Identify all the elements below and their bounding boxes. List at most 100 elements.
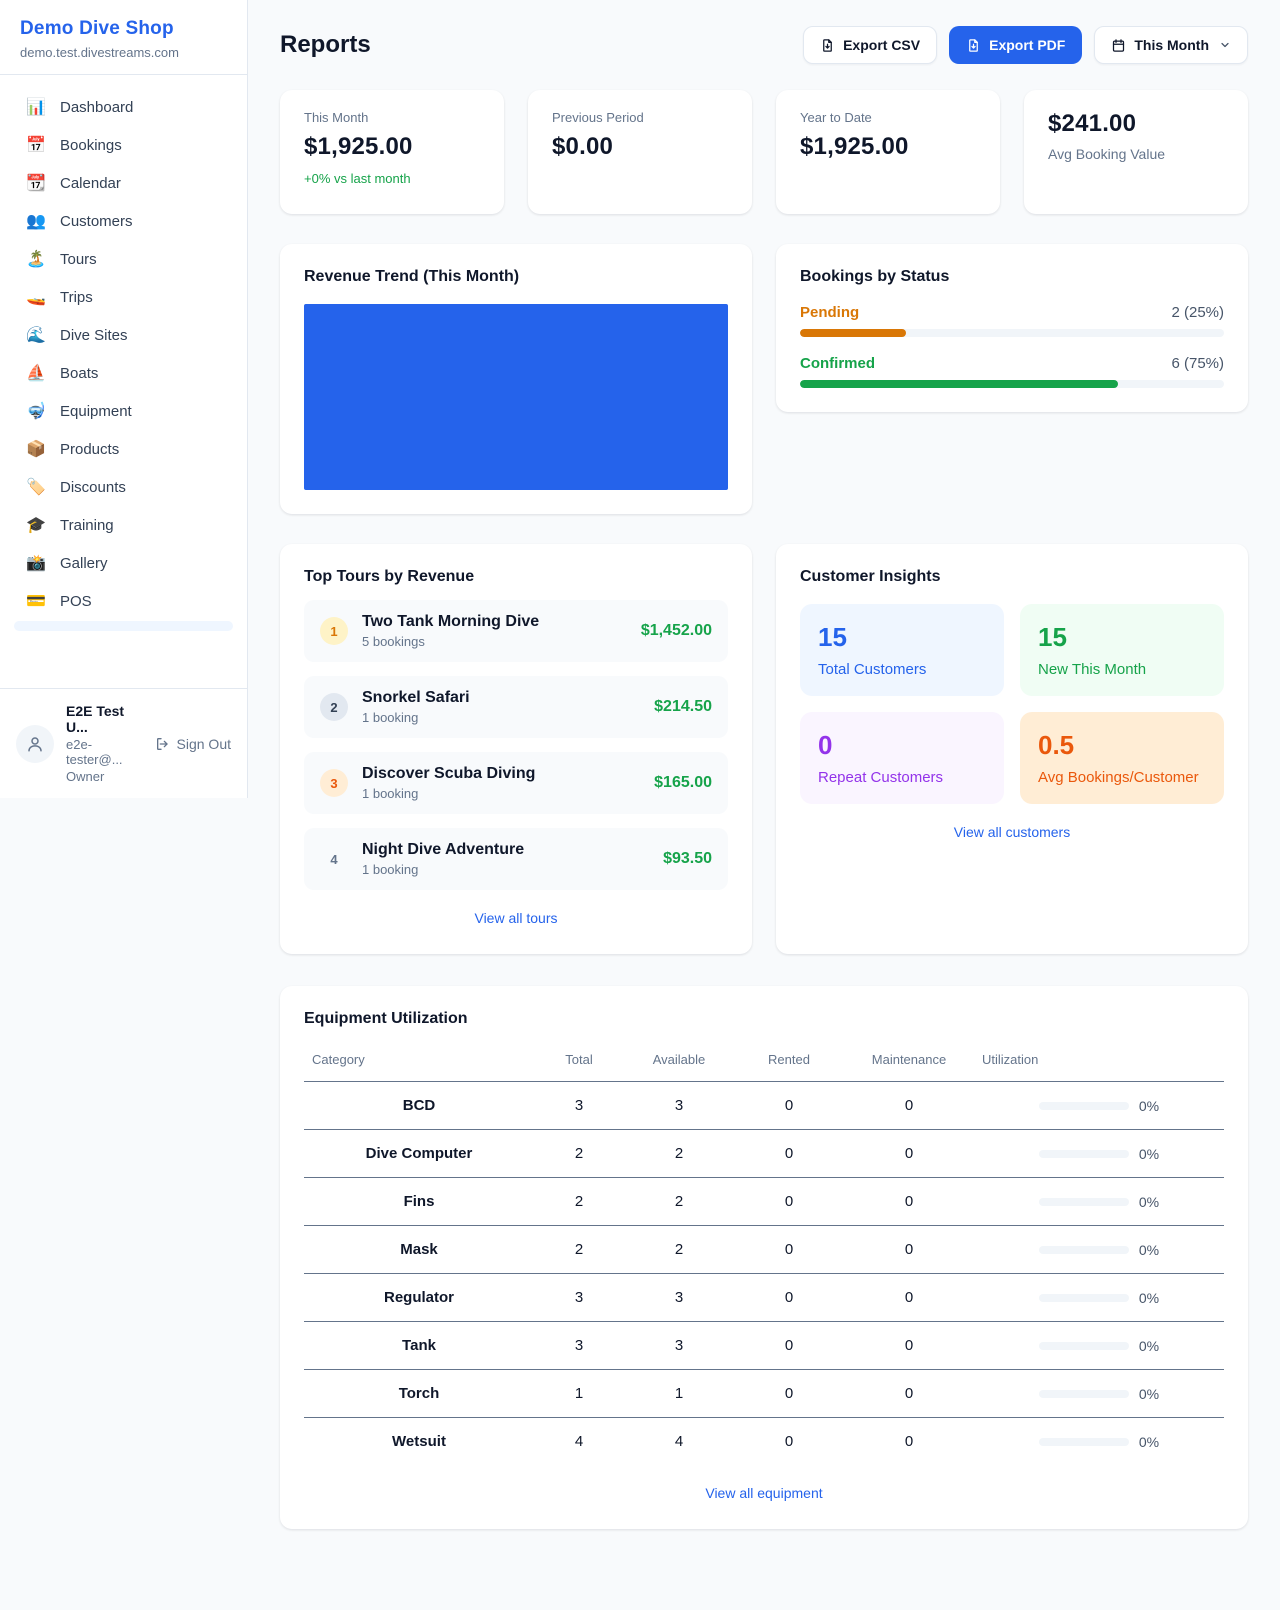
view-all-tours-link[interactable]: View all tours — [474, 910, 557, 926]
sidebar-item-calendar[interactable]: 📆 Calendar — [12, 165, 235, 202]
sidebar-item-products[interactable]: 📦 Products — [12, 431, 235, 468]
tile-avg-bookings-customer: 0.5 Avg Bookings/Customer — [1020, 712, 1224, 804]
sidebar-item-dashboard[interactable]: 📊 Dashboard — [12, 89, 235, 126]
sidebar-item-tours[interactable]: 🏝️ Tours — [12, 241, 235, 278]
user-meta: E2E Test U... e2e-tester@... Owner — [66, 703, 143, 784]
tour-name: Night Dive Adventure — [362, 841, 649, 859]
cell-total: 2 — [534, 1226, 624, 1274]
cell-category: Tank — [304, 1322, 534, 1370]
utilization-bar — [1039, 1294, 1129, 1302]
view-all-customers-link[interactable]: View all customers — [954, 824, 1070, 840]
customer-insights-title: Customer Insights — [800, 568, 1224, 586]
person-icon — [26, 735, 44, 753]
table-row: BCD 3 3 0 0 0% — [304, 1082, 1224, 1130]
tour-row[interactable]: 2 Snorkel Safari 1 booking $214.50 — [304, 676, 728, 738]
sidebar-item-boats[interactable]: ⛵ Boats — [12, 355, 235, 392]
column-header-total: Total — [534, 1044, 624, 1082]
sailboat-icon: ⛵ — [26, 366, 46, 382]
cell-maintenance: 0 — [844, 1274, 974, 1322]
calendar-date-icon: 📅 — [26, 138, 46, 154]
period-dropdown[interactable]: This Month — [1094, 26, 1248, 64]
cell-available: 1 — [624, 1370, 734, 1418]
status-label: Confirmed — [800, 355, 875, 372]
equipment-utilization-card: Equipment Utilization Category Total Ava… — [280, 986, 1248, 1529]
utilization-bar — [1039, 1342, 1129, 1350]
sidebar-item-label: Calendar — [60, 175, 121, 192]
column-header-maintenance: Maintenance — [844, 1044, 974, 1082]
utilization-bar — [1039, 1390, 1129, 1398]
graduation-cap-icon: 🎓 — [26, 518, 46, 534]
tour-row[interactable]: 4 Night Dive Adventure 1 booking $93.50 — [304, 828, 728, 890]
credit-card-icon: 💳 — [26, 594, 46, 610]
rank-badge: 1 — [320, 617, 348, 645]
avatar — [16, 725, 54, 763]
tile-label: Repeat Customers — [818, 769, 986, 786]
status-value: 2 (25%) — [1171, 304, 1224, 321]
tour-bookings: 1 booking — [362, 710, 640, 725]
cell-available: 2 — [624, 1130, 734, 1178]
tile-label: Avg Bookings/Customer — [1038, 769, 1206, 786]
sidebar-item-dive-sites[interactable]: 🌊 Dive Sites — [12, 317, 235, 354]
camera-icon: 📸 — [26, 556, 46, 572]
cell-category: Dive Computer — [304, 1130, 534, 1178]
stat-label: Year to Date — [800, 110, 976, 125]
sidebar-item-equipment[interactable]: 🤿 Equipment — [12, 393, 235, 430]
top-tours-title: Top Tours by Revenue — [304, 568, 728, 586]
sidebar-item-reports-partial[interactable] — [14, 621, 233, 631]
tour-name: Snorkel Safari — [362, 689, 640, 707]
export-pdf-button[interactable]: Export PDF — [949, 26, 1082, 64]
view-all-equipment-link[interactable]: View all equipment — [705, 1485, 822, 1501]
cell-total: 1 — [534, 1370, 624, 1418]
page-title: Reports — [280, 31, 371, 59]
utilization-percent: 0% — [1139, 1242, 1159, 1258]
diving-mask-icon: 🤿 — [26, 404, 46, 420]
tile-total-customers: 15 Total Customers — [800, 604, 1004, 696]
cell-maintenance: 0 — [844, 1226, 974, 1274]
status-value: 6 (75%) — [1171, 355, 1224, 372]
stat-delta: +0% vs last month — [304, 171, 480, 186]
rank-badge: 3 — [320, 769, 348, 797]
table-row: Dive Computer 2 2 0 0 0% — [304, 1130, 1224, 1178]
cell-maintenance: 0 — [844, 1322, 974, 1370]
bookings-by-status-title: Bookings by Status — [800, 268, 1224, 286]
user-name: E2E Test U... — [66, 703, 143, 735]
sidebar-item-label: POS — [60, 593, 92, 610]
tile-value: 0 — [818, 730, 986, 761]
utilization-percent: 0% — [1139, 1290, 1159, 1306]
sidebar-item-discounts[interactable]: 🏷️ Discounts — [12, 469, 235, 506]
tile-label: New This Month — [1038, 661, 1206, 678]
cell-available: 3 — [624, 1082, 734, 1130]
sidebar-item-bookings[interactable]: 📅 Bookings — [12, 127, 235, 164]
column-header-utilization: Utilization — [974, 1044, 1224, 1082]
rank-badge: 2 — [320, 693, 348, 721]
calendar-icon — [1111, 38, 1126, 53]
export-csv-button[interactable]: Export CSV — [803, 26, 937, 64]
cell-maintenance: 0 — [844, 1370, 974, 1418]
column-header-category: Category — [304, 1044, 534, 1082]
tile-value: 15 — [1038, 622, 1206, 653]
file-download-icon — [820, 38, 835, 53]
user-panel: E2E Test U... e2e-tester@... Owner Sign … — [0, 688, 247, 798]
sidebar-item-pos[interactable]: 💳 POS — [12, 583, 235, 620]
sidebar-item-customers[interactable]: 👥 Customers — [12, 203, 235, 240]
status-label: Pending — [800, 304, 859, 321]
cell-category: Wetsuit — [304, 1418, 534, 1466]
tour-bookings: 1 booking — [362, 862, 649, 877]
sidebar-item-training[interactable]: 🎓 Training — [12, 507, 235, 544]
export-csv-label: Export CSV — [843, 37, 920, 53]
utilization-percent: 0% — [1139, 1146, 1159, 1162]
tile-value: 15 — [818, 622, 986, 653]
sidebar-item-gallery[interactable]: 📸 Gallery — [12, 545, 235, 582]
stat-value: $1,925.00 — [800, 133, 976, 161]
tour-row[interactable]: 1 Two Tank Morning Dive 5 bookings $1,45… — [304, 600, 728, 662]
equipment-utilization-title: Equipment Utilization — [304, 1010, 1224, 1028]
cell-total: 3 — [534, 1082, 624, 1130]
sign-out-button[interactable]: Sign Out — [155, 736, 231, 752]
sidebar: Demo Dive Shop demo.test.divestreams.com… — [0, 0, 248, 798]
revenue-trend-chart — [304, 304, 728, 490]
shop-name[interactable]: Demo Dive Shop — [20, 18, 227, 40]
speedboat-icon: 🚤 — [26, 290, 46, 306]
cell-category: BCD — [304, 1082, 534, 1130]
tour-row[interactable]: 3 Discover Scuba Diving 1 booking $165.0… — [304, 752, 728, 814]
sidebar-item-trips[interactable]: 🚤 Trips — [12, 279, 235, 316]
